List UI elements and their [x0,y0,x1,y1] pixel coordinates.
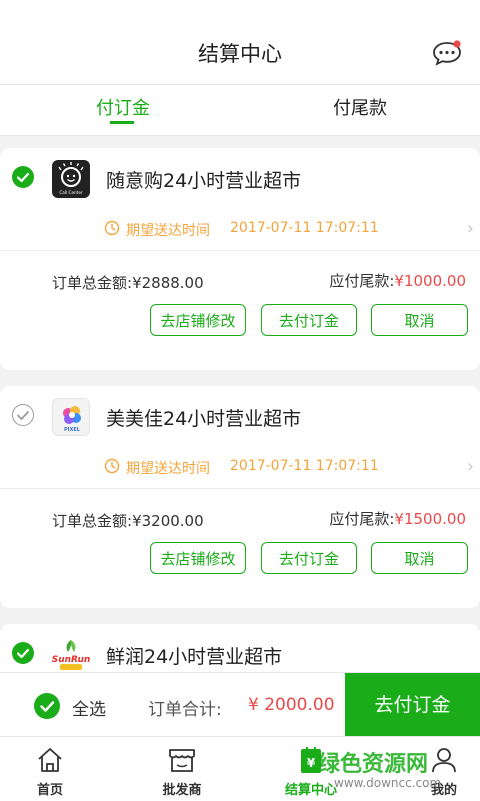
order-card: PIXEL 美美佳24小时营业超市 期望送达时间 2017-07-11 17:0… [0,386,480,608]
delivery-time-label: 期望送达时间 [126,223,210,239]
balance-due-value: ¥1000.00 [394,272,466,290]
store-logo: PIXEL [52,398,90,436]
select-all-checkbox[interactable] [34,693,60,719]
balance-due-value: ¥1500.00 [394,510,466,528]
svg-text:¥: ¥ [307,756,316,770]
check-icon [16,172,30,183]
balance-due: 应付尾款:¥1500.00 [329,508,466,529]
nav-item-home[interactable]: 首页 [2,737,98,801]
pay-deposit-submit-button[interactable]: 去付订金 [345,673,480,737]
order-total: 订单总金额:¥2888.00 [52,272,204,293]
order-total-value: ¥2888.00 [132,274,204,292]
tab-deposit[interactable]: 付订金 [3,94,243,120]
cancel-button[interactable]: 取消 [371,542,468,574]
order-total-value: ¥3200.00 [132,512,204,530]
grand-total-value: ¥ 2000.00 [248,695,335,715]
store-name[interactable]: 随意购24小时营业超市 [106,166,301,193]
order-total-label: 订单总金额: [52,512,133,530]
delivery-time-value: 2017-07-11 17:07:11 [230,220,379,236]
delivery-time-row[interactable]: 期望送达时间 2017-07-11 17:07:11 › [104,456,474,478]
nav-label: 首页 [36,783,63,798]
tab-bar: 付订金 付尾款 [0,85,480,136]
watermark: 绿色资源网 www.downcc.com [318,742,478,798]
watermark-url: www.downcc.com [334,776,442,790]
clock-icon [104,458,120,474]
message-icon[interactable] [432,40,462,66]
delivery-time-label: 期望送达时间 [126,461,210,477]
delivery-time-value: 2017-07-11 17:07:11 [230,458,379,474]
divider [0,250,480,251]
store-logo: Call Center [52,160,90,198]
checkout-bar: 全选 订单合计: ¥ 2000.00 去付订金 [0,672,480,737]
pay-deposit-button[interactable]: 去付订金 [261,542,357,574]
delivery-time-row[interactable]: 期望送达时间 2017-07-11 17:07:11 › [104,218,474,240]
store-logo: SunRun [52,636,90,674]
logo-text: Call Center [59,190,83,195]
store-icon [169,749,195,772]
chevron-right-icon: › [466,456,474,477]
home-icon [38,748,62,772]
store-name[interactable]: 鲜润24小时营业超市 [106,642,282,669]
divider [0,488,480,489]
pay-deposit-button[interactable]: 去付订金 [261,304,357,336]
watermark-title: 绿色资源网 [318,752,429,777]
nav-item-wholesaler[interactable]: 批发商 [134,737,230,801]
page-title: 结算中心 [198,42,282,66]
order-total: 订单总金额:¥3200.00 [52,510,204,531]
order-checkbox[interactable] [12,642,34,664]
nav-label: 批发商 [162,783,202,798]
check-icon [16,410,29,420]
logo-text: PIXEL [64,427,81,433]
edit-in-store-button[interactable]: 去店铺修改 [150,542,246,574]
grand-total-label: 订单合计: [148,700,222,720]
top-header: 结算中心 [0,0,480,85]
order-checkbox[interactable] [12,404,34,426]
balance-due-label: 应付尾款: [329,272,395,290]
cancel-button[interactable]: 取消 [371,304,468,336]
order-total-label: 订单总金额: [52,274,133,292]
balance-due-label: 应付尾款: [329,510,395,528]
check-icon [40,701,55,712]
order-checkbox[interactable] [12,166,34,188]
tab-balance[interactable]: 付尾款 [240,94,480,120]
order-card: Call Center 随意购24小时营业超市 期望送达时间 2017-07-1… [0,148,480,370]
tab-active-indicator [110,121,134,124]
logo-text: SunRun [52,655,90,665]
store-name[interactable]: 美美佳24小时营业超市 [106,404,301,431]
chevron-right-icon: › [466,218,474,239]
balance-due: 应付尾款:¥1000.00 [329,270,466,291]
check-icon [16,648,30,659]
select-all-label[interactable]: 全选 [72,695,106,720]
clock-icon [104,220,120,236]
edit-in-store-button[interactable]: 去店铺修改 [150,304,246,336]
